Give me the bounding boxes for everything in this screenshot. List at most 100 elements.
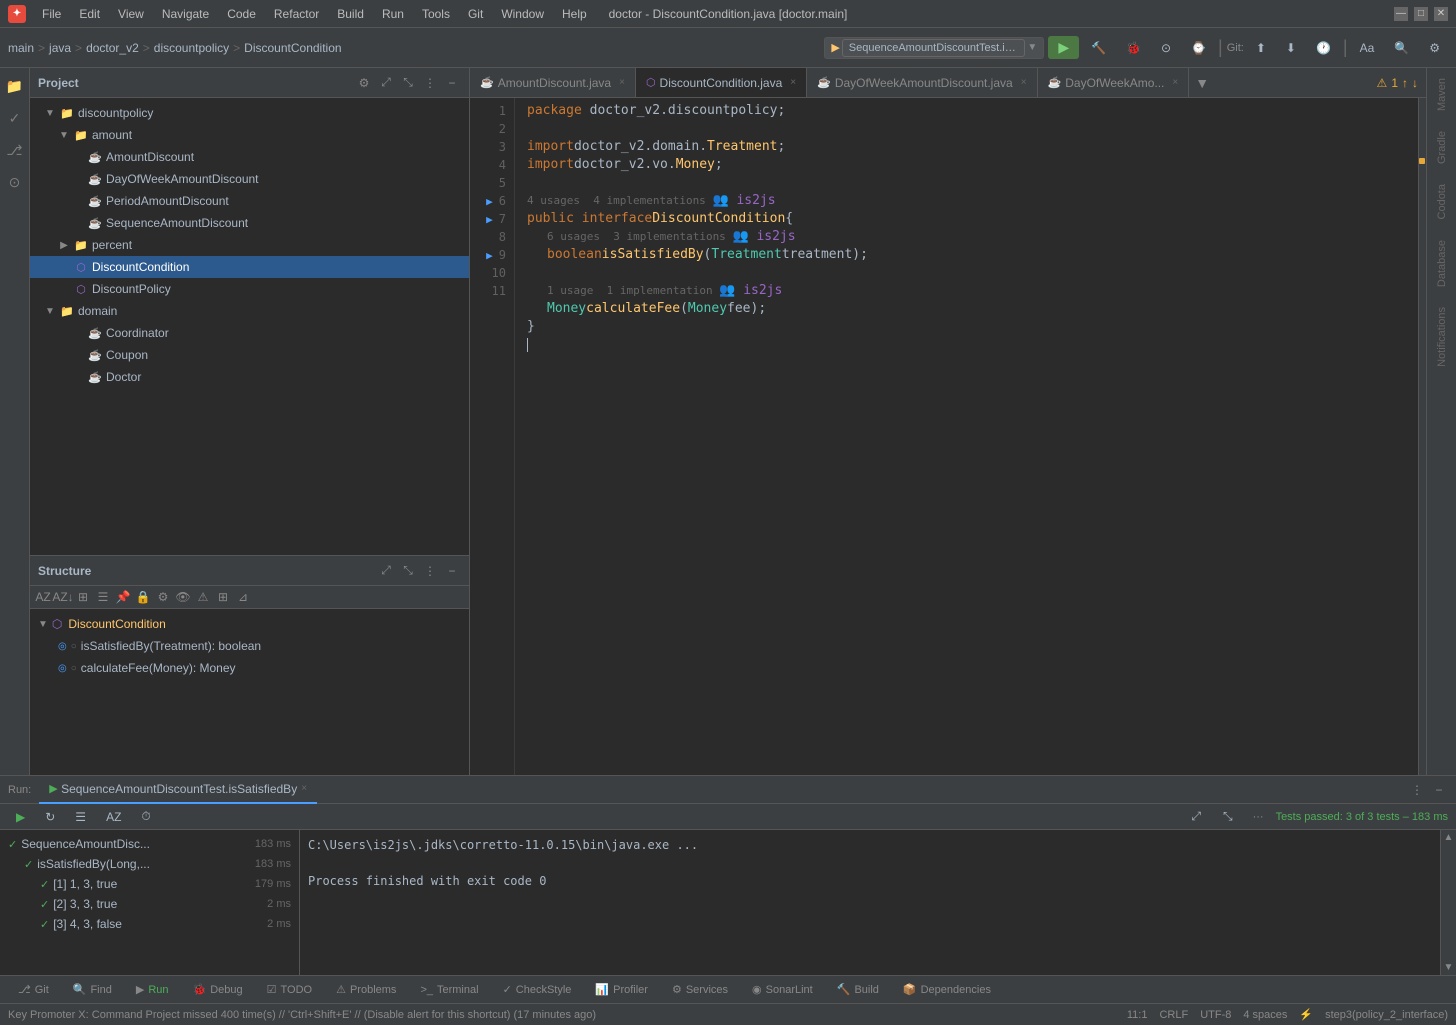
structure-close-icon[interactable]: − — [443, 562, 461, 580]
database-icon[interactable]: Database — [1436, 234, 1448, 293]
structure-float-icon[interactable]: ⤡ — [399, 562, 417, 580]
notifications-icon[interactable]: Notifications — [1436, 301, 1448, 373]
nav-up-icon[interactable]: ↑ — [1402, 76, 1408, 90]
pull-requests-icon[interactable]: ⎇ — [5, 140, 25, 160]
tab-dayofweek-amo[interactable]: ☕ DayOfWeekAmo... × — [1038, 68, 1190, 98]
window-control-close[interactable]: ✕ — [1434, 7, 1448, 21]
structure-expand-icon[interactable]: ⤢ — [377, 562, 395, 580]
show-fields-icon[interactable]: ⊞ — [74, 588, 92, 606]
test-item[interactable]: ✓[1] 1, 3, true179 ms — [4, 874, 295, 894]
float-icon[interactable]: ⤡ — [399, 74, 417, 92]
menu-item-file[interactable]: File — [34, 5, 69, 23]
breadcrumb-item-1[interactable]: java — [49, 41, 71, 55]
git-pull-button[interactable]: ⬇ — [1278, 38, 1304, 58]
menu-item-code[interactable]: Code — [219, 5, 264, 23]
run-button[interactable]: ▶ — [1048, 36, 1079, 59]
menu-item-view[interactable]: View — [110, 5, 152, 23]
tree-item-discountpolicy[interactable]: ⬡DiscountPolicy — [30, 278, 469, 300]
tool-tab-todo[interactable]: ☑TODO — [257, 981, 322, 998]
structure-class-node[interactable]: ▼ ⬡ DiscountCondition — [34, 613, 465, 635]
tool-tab-sonarlint[interactable]: ◉SonarLint — [742, 981, 823, 998]
line-ending[interactable]: CRLF — [1159, 1009, 1188, 1021]
sort-button[interactable]: AZ — [98, 807, 129, 827]
run-config-selector[interactable]: SequenceAmountDiscountTest.isSatisfiedBy — [842, 39, 1026, 57]
tool-tab-debug[interactable]: 🐞Debug — [183, 981, 253, 998]
run-tab-sequence[interactable]: ▶ SequenceAmountDiscountTest.isSatisfied… — [39, 776, 317, 804]
scroll-down-icon[interactable]: ▼ — [1444, 962, 1454, 973]
nav-down-icon[interactable]: ↓ — [1412, 76, 1418, 90]
tree-item-domain[interactable]: ▼ 📁domain — [30, 300, 469, 322]
visibility-icon[interactable]: 👁 — [174, 588, 192, 606]
settings2-icon[interactable]: ⚙ — [154, 588, 172, 606]
breadcrumb-item-0[interactable]: main — [8, 41, 34, 55]
tool-tab-terminal[interactable]: >_Terminal — [410, 982, 488, 998]
menu-item-run[interactable]: Run — [374, 5, 412, 23]
close-icon[interactable]: − — [443, 74, 461, 92]
expand-icon[interactable]: ⤢ — [377, 74, 395, 92]
settings-button[interactable]: ⚙ — [1421, 38, 1448, 58]
git-push-button[interactable]: ⬆ — [1248, 38, 1274, 58]
test-item[interactable]: ✓[2] 3, 3, true2 ms — [4, 894, 295, 914]
tool-tab-services[interactable]: ⚙Services — [662, 981, 738, 998]
scroll-to-end-button[interactable]: ⤡ — [1215, 806, 1241, 827]
tree-item-dayofweekamountdiscount[interactable]: ☕DayOfWeekAmountDiscount — [30, 168, 469, 190]
file-encoding[interactable]: UTF-8 — [1200, 1009, 1231, 1021]
tool-tab-git[interactable]: ⎇Git — [8, 981, 59, 998]
tree-item-amount[interactable]: ▼ 📁amount — [30, 124, 469, 146]
window-control-minimize[interactable]: — — [1394, 7, 1408, 21]
tool-tab-problems[interactable]: ⚠Problems — [326, 981, 406, 998]
project-settings-icon[interactable]: ⚙ — [355, 74, 373, 92]
scroll-up-icon[interactable]: ▲ — [1444, 832, 1454, 843]
test-item[interactable]: ✓isSatisfiedBy(Long,...183 ms — [4, 854, 295, 874]
profile-button[interactable]: ⌚ — [1183, 38, 1214, 58]
tool-tab-find[interactable]: 🔍Find — [63, 981, 122, 998]
lock-icon[interactable]: 🔒 — [134, 588, 152, 606]
menu-item-git[interactable]: Git — [460, 5, 491, 23]
debug-button[interactable]: 🐞 — [1118, 38, 1149, 58]
run-options-icon[interactable]: ⋮ — [1408, 781, 1426, 799]
indent-setting[interactable]: 4 spaces — [1243, 1009, 1287, 1021]
coverage-button[interactable]: ⊙ — [1153, 38, 1179, 58]
menu-item-navigate[interactable]: Navigate — [154, 5, 217, 23]
code-editor[interactable]: 1 2 3 4 5 ▶6 ▶7 8 ▶9 10 11 — [470, 98, 1426, 775]
expand2-icon[interactable]: ⊿ — [234, 588, 252, 606]
structure-gear-icon[interactable]: ⋮ — [421, 562, 439, 580]
gear-icon[interactable]: ⋮ — [421, 74, 439, 92]
tool-tab-build[interactable]: 🔨Build — [827, 981, 889, 998]
test-item[interactable]: ✓[3] 4, 3, false2 ms — [4, 914, 295, 934]
menu-item-edit[interactable]: Edit — [71, 5, 108, 23]
breadcrumb-item-2[interactable]: doctor_v2 — [86, 41, 139, 55]
tab-discount-condition[interactable]: ⬡ DiscountCondition.java × — [636, 68, 807, 98]
structure-method-2[interactable]: ◎ ○ calculateFee(Money): Money — [34, 657, 465, 679]
warning2-icon[interactable]: ⚠ — [194, 588, 212, 606]
sort-duration-button[interactable]: ⏱ — [133, 806, 158, 827]
rerun-button[interactable]: ▶ — [8, 807, 33, 827]
tree-item-periodamountdiscount[interactable]: ☕PeriodAmountDiscount — [30, 190, 469, 212]
menu-item-refactor[interactable]: Refactor — [266, 5, 327, 23]
menu-item-tools[interactable]: Tools — [414, 5, 458, 23]
translate-button[interactable]: Aa — [1352, 38, 1383, 58]
toggle-tree-button[interactable]: ☰ — [67, 807, 94, 827]
tab-scroll-down[interactable]: ▼ — [1189, 68, 1215, 98]
show-methods-icon[interactable]: ☰ — [94, 588, 112, 606]
tool-tab-checkstyle[interactable]: ✓CheckStyle — [493, 981, 582, 998]
menu-item-build[interactable]: Build — [329, 5, 372, 23]
tree-item-discountcondition[interactable]: ⬡DiscountCondition — [30, 256, 469, 278]
tool-tab-dependencies[interactable]: 📦Dependencies — [893, 981, 1001, 998]
expand-all-button[interactable]: ⤢ — [1183, 806, 1209, 827]
build-button[interactable]: 🔨 — [1083, 38, 1114, 58]
tool-tab-run[interactable]: ▶Run — [126, 981, 179, 998]
commit-icon[interactable]: ✓ — [5, 108, 25, 128]
git-history-button[interactable]: 🕐 — [1308, 38, 1339, 58]
tool-tab-profiler[interactable]: 📊Profiler — [585, 981, 658, 998]
structure-method-1[interactable]: ◎ ○ isSatisfiedBy(Treatment): boolean — [34, 635, 465, 657]
rerun-failed-button[interactable]: ↻ — [37, 807, 63, 827]
tree-item-doctor[interactable]: ☕Doctor — [30, 366, 469, 388]
tab-amount-discount[interactable]: ☕ AmountDiscount.java × — [470, 68, 636, 98]
tree-item-percent[interactable]: ▶ 📁percent — [30, 234, 469, 256]
tree-item-coordinator[interactable]: ☕Coordinator — [30, 322, 469, 344]
breadcrumb-item-3[interactable]: discountpolicy — [154, 41, 229, 55]
tab-dayofweek-amount-discount[interactable]: ☕ DayOfWeekAmountDiscount.java × — [807, 68, 1037, 98]
window-controls[interactable]: —□✕ — [1394, 7, 1448, 21]
code-content[interactable]: package doctor_v2.discountpolicy; import… — [515, 98, 1418, 775]
